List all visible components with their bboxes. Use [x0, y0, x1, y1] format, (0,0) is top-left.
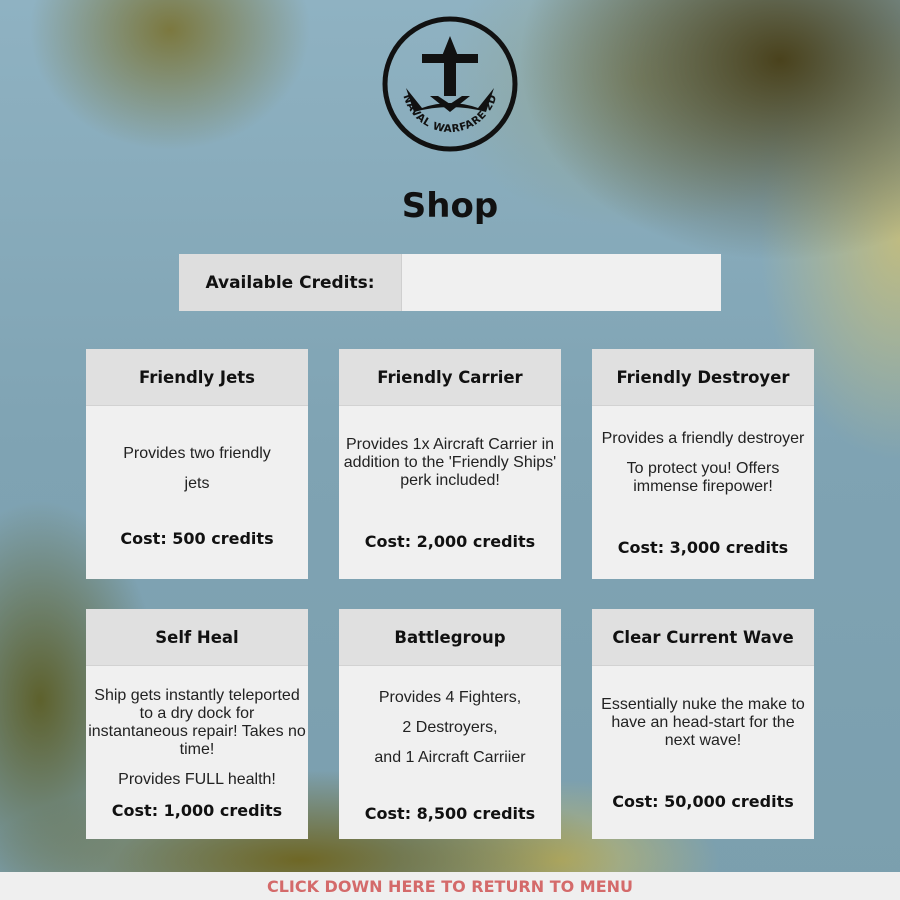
available-credits-panel: Available Credits:	[179, 254, 721, 311]
available-credits-label: Available Credits:	[179, 254, 402, 311]
shop-item-desc: Provides FULL health!	[118, 771, 276, 788]
shop-item-friendly-carrier[interactable]: Friendly Carrier Provides 1x Aircraft Ca…	[339, 349, 561, 579]
shop-item-desc: and 1 Aircraft Carriier	[374, 749, 526, 766]
naval-warfare-logo: NAVAL WARFARE 2D	[382, 16, 518, 152]
shop-item-cost: Cost: 50,000 credits	[612, 792, 794, 811]
shop-item-desc: Provides two friendly	[123, 445, 271, 462]
shop-item-friendly-jets[interactable]: Friendly Jets Provides two friendly jets…	[86, 349, 308, 579]
page-title: Shop	[401, 186, 499, 226]
shop-item-desc: Ship gets instantly teleported to a dry …	[88, 687, 306, 758]
shop-item-cost: Cost: 2,000 credits	[364, 532, 536, 551]
shop-item-title: Friendly Jets	[86, 349, 308, 406]
shop-item-desc: Essentially nuke the make to have an hea…	[601, 696, 805, 749]
svg-text:NAVAL WARFARE 2D: NAVAL WARFARE 2D	[400, 93, 499, 135]
shop-item-title: Self Heal	[86, 609, 308, 666]
shop-item-title: Clear Current Wave	[592, 609, 814, 666]
shop-item-desc: Provides a friendly destroyer	[601, 430, 805, 447]
shop-item-desc: To protect you! Offers immense firepower…	[626, 460, 780, 495]
shop-item-desc: jets	[184, 475, 210, 492]
shop-item-self-heal[interactable]: Self Heal Ship gets instantly teleported…	[86, 609, 308, 839]
shop-item-desc: Provides 4 Fighters,	[378, 689, 522, 706]
shop-item-battlegroup[interactable]: Battlegroup Provides 4 Fighters, 2 Destr…	[339, 609, 561, 839]
shop-item-title: Friendly Carrier	[339, 349, 561, 406]
return-to-menu-button[interactable]: CLICK DOWN HERE TO RETURN TO MENU	[0, 872, 900, 900]
logo-text: NAVAL WARFARE 2D	[400, 93, 499, 135]
shop-item-title: Friendly Destroyer	[592, 349, 814, 406]
shop-item-cost: Cost: 1,000 credits	[111, 801, 283, 820]
available-credits-value	[402, 254, 721, 311]
shop-item-clear-current-wave[interactable]: Clear Current Wave Essentially nuke the …	[592, 609, 814, 839]
shop-item-friendly-destroyer[interactable]: Friendly Destroyer Provides a friendly d…	[592, 349, 814, 579]
shop-item-title: Battlegroup	[339, 609, 561, 666]
shop-item-desc: Provides 1x Aircraft Carrier in addition…	[343, 436, 557, 489]
shop-item-desc: 2 Destroyers,	[402, 719, 498, 736]
shop-item-cost: Cost: 8,500 credits	[364, 804, 536, 823]
shop-item-cost: Cost: 3,000 credits	[617, 538, 789, 557]
shop-item-cost: Cost: 500 credits	[120, 529, 274, 548]
